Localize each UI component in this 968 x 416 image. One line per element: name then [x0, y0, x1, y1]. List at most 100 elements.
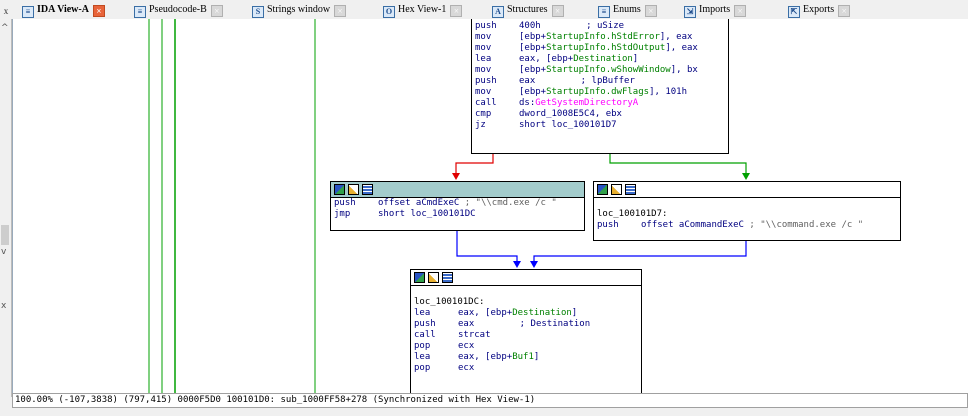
- view-icon[interactable]: [442, 272, 453, 283]
- operand: eax: [519, 76, 536, 86]
- operand: [ebp+StartupInfo.wShowWindow], bx: [519, 65, 698, 75]
- operand: offset aCommandExeC: [641, 220, 744, 230]
- operand: dword_1008E5C4, ebx: [519, 109, 622, 119]
- asm-line[interactable]: lea eax, [ebp+Destination]: [472, 54, 728, 65]
- comment: ; lpBuffer: [575, 76, 635, 86]
- code-lines: push offset aCommandExeC ; "\\command.exe…: [594, 220, 900, 231]
- graph-color-icon[interactable]: [597, 184, 608, 195]
- mnemonic: jz: [475, 120, 486, 130]
- tab-ida-view-a[interactable]: ≡ IDA View-A ×: [22, 1, 105, 18]
- asm-line[interactable]: lea eax, [ebp+Buf1]: [411, 352, 641, 363]
- asm-line[interactable]: push eax ; Destination: [411, 319, 641, 330]
- tab-imports[interactable]: ⇲ Imports ×: [684, 1, 747, 18]
- tab-pseudocode-b[interactable]: ≡ Pseudocode-B ×: [134, 1, 223, 18]
- graph-color-icon[interactable]: [334, 184, 345, 195]
- block-header[interactable]: [411, 270, 641, 286]
- asm-line[interactable]: call strcat: [411, 330, 641, 341]
- hex-view-icon: O: [383, 6, 395, 18]
- close-icon[interactable]: ×: [838, 5, 851, 17]
- comment: ; "\\cmd.exe /c ": [459, 198, 557, 208]
- operand: short loc_100101D7: [519, 120, 617, 130]
- asm-line[interactable]: push eax ; lpBuffer: [472, 76, 728, 87]
- edge-true: [609, 153, 747, 175]
- close-icon[interactable]: x: [1, 301, 6, 311]
- arrowhead: [530, 261, 538, 268]
- close-icon[interactable]: ×: [644, 5, 657, 17]
- code-block-right[interactable]: loc_100101D7: push offset aCommandExeC ; …: [593, 181, 901, 241]
- close-icon[interactable]: ×: [450, 5, 463, 17]
- tab-enums[interactable]: ≡ Enums ×: [598, 1, 657, 18]
- asm-line[interactable]: lea eax, [ebp+Destination]: [411, 308, 641, 319]
- tab-bar: x ≡ IDA View-A × ≡ Pseudocode-B × S Strings w…: [0, 0, 968, 20]
- asm-line[interactable]: jz short loc_100101D7: [472, 120, 728, 131]
- edge-jump: [456, 231, 518, 263]
- mnemonic: lea: [414, 352, 431, 362]
- asm-line[interactable]: pop ecx: [411, 363, 641, 374]
- asm-line[interactable]: mov [ebp+StartupInfo.dwFlags], 101h: [472, 87, 728, 98]
- tab-hex-view-1[interactable]: O Hex View-1 ×: [383, 1, 463, 18]
- ida-view-icon: ≡: [22, 6, 34, 18]
- tab-label: Enums: [613, 4, 641, 15]
- bottom-edge: [0, 408, 968, 416]
- operand: eax, [ebp+Buf1]: [458, 352, 540, 362]
- chevron-up-icon[interactable]: ^: [1, 23, 9, 33]
- edit-icon[interactable]: [611, 184, 622, 195]
- close-icon[interactable]: ×: [734, 5, 747, 17]
- asm-line[interactable]: mov [ebp+StartupInfo.wShowWindow], bx: [472, 65, 728, 76]
- asm-line[interactable]: push offset aCommandExeC ; "\\command.exe…: [594, 220, 900, 231]
- operand: ecx: [458, 363, 475, 373]
- operand: ecx: [458, 341, 475, 351]
- asm-line[interactable]: push offset aCmdExeC ; "\\cmd.exe /c ": [331, 198, 584, 209]
- operand: [ebp+StartupInfo.hStdOutput], eax: [519, 43, 698, 53]
- code-block-bottom[interactable]: loc_100101DC: lea eax, [ebp+Destination] p…: [410, 269, 642, 397]
- graph-view-canvas[interactable]: push 400h ; uSize mov [ebp+StartupInfo.hStd…: [12, 19, 968, 397]
- code-block-top[interactable]: push 400h ; uSize mov [ebp+StartupInfo.hStd…: [471, 19, 729, 154]
- close-icon[interactable]: ×: [551, 5, 564, 17]
- block-header[interactable]: [594, 182, 900, 198]
- asm-line[interactable]: pop ecx: [411, 341, 641, 352]
- operand: eax: [458, 319, 475, 329]
- block-header[interactable]: [331, 182, 584, 198]
- edit-icon[interactable]: [348, 184, 359, 195]
- operand: short loc_100101DC: [378, 209, 476, 219]
- mnemonic: push: [334, 198, 356, 208]
- asm-line[interactable]: push 400h ; uSize: [472, 21, 728, 32]
- location-label: loc_100101DC:: [414, 297, 485, 307]
- tab-label: Strings window: [267, 4, 331, 15]
- mnemonic: mov: [475, 32, 492, 42]
- tab-left-edge[interactable]: x: [0, 1, 12, 18]
- code-block-left[interactable]: push offset aCmdExeC ; "\\cmd.exe /c " jmp…: [330, 181, 585, 231]
- mnemonic: jmp: [334, 209, 351, 219]
- close-icon[interactable]: ×: [210, 5, 223, 17]
- view-icon[interactable]: [625, 184, 636, 195]
- graph-color-icon[interactable]: [414, 272, 425, 283]
- mnemonic: lea: [475, 54, 492, 64]
- asm-line[interactable]: cmp dword_1008E5C4, ebx: [472, 109, 728, 120]
- mnemonic: push: [597, 220, 619, 230]
- comment: ; Destination: [514, 319, 591, 329]
- tab-label: IDA View-A: [37, 4, 89, 15]
- tab-structures[interactable]: A Structures ×: [492, 1, 564, 18]
- edit-icon[interactable]: [428, 272, 439, 283]
- asm-line[interactable]: mov [ebp+StartupInfo.hStdError], eax: [472, 32, 728, 43]
- mnemonic: cmp: [475, 109, 492, 119]
- tab-exports[interactable]: ⇱ Exports ×: [788, 1, 851, 18]
- imports-icon: ⇲: [684, 6, 696, 18]
- tab-label: Exports: [803, 4, 835, 15]
- asm-line[interactable]: mov [ebp+StartupInfo.hStdOutput], eax: [472, 43, 728, 54]
- asm-line[interactable]: jmp short loc_100101DC: [331, 209, 584, 220]
- mnemonic: push: [475, 21, 497, 31]
- exports-icon: ⇱: [788, 6, 800, 18]
- tab-strings-window[interactable]: S Strings window ×: [252, 1, 347, 18]
- close-icon[interactable]: ×: [92, 5, 105, 17]
- status-bar: 100.00% (-107,3838) (797,415) 0000F5D0 1…: [12, 393, 968, 408]
- view-icon[interactable]: [362, 184, 373, 195]
- chevron-down-icon[interactable]: v: [1, 247, 6, 257]
- close-icon[interactable]: ×: [334, 5, 347, 17]
- close-icon[interactable]: x: [0, 5, 12, 17]
- arrowhead: [742, 173, 750, 180]
- scrollbar-thumb[interactable]: [1, 225, 9, 245]
- mnemonic: pop: [414, 363, 431, 373]
- asm-line[interactable]: call ds:GetSystemDirectoryA: [472, 98, 728, 109]
- mnemonic: push: [475, 76, 497, 86]
